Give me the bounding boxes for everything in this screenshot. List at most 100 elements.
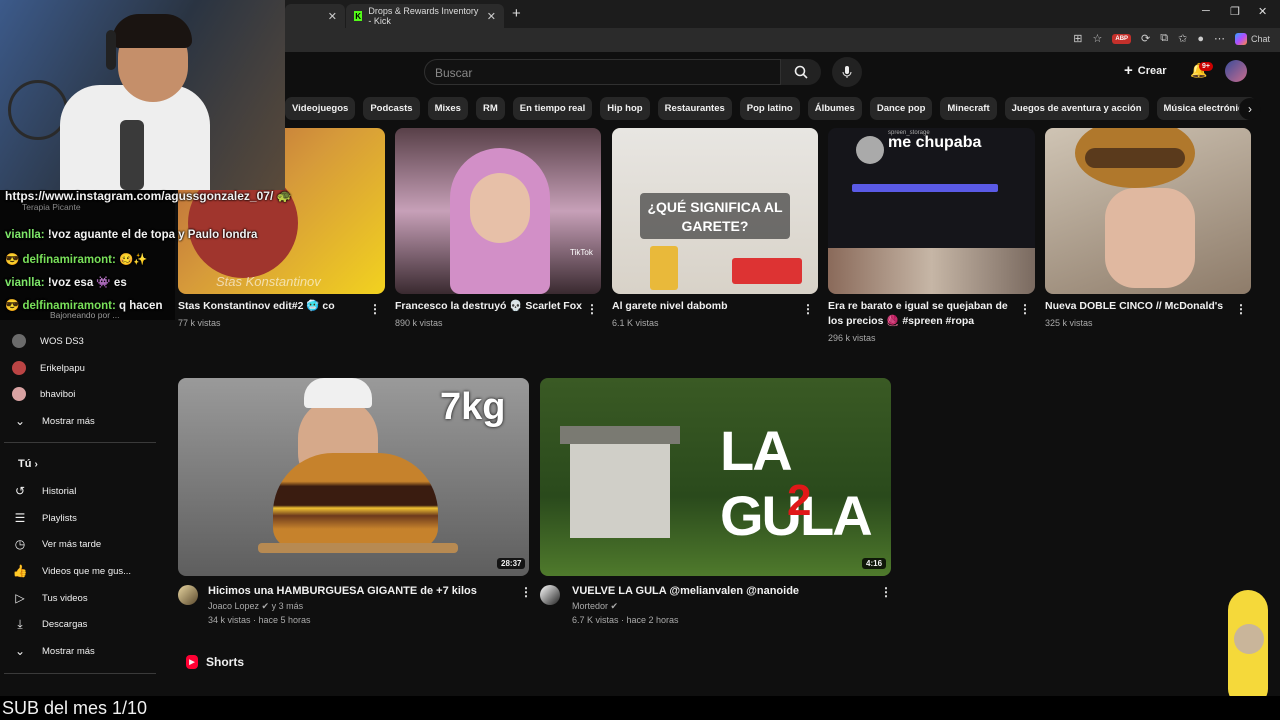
chat-text: !voz esa 👾 es	[47, 277, 127, 289]
chip-2[interactable]: Mixes	[427, 97, 468, 120]
video-title-1[interactable]: Stas Konstantinov edit#2 🥶 co	[178, 299, 368, 313]
chat-username: vianlla:	[5, 229, 45, 241]
more-options-icon[interactable]: ⋮	[1019, 302, 1031, 316]
banana-cat-sticker	[1218, 590, 1280, 710]
sidebar-sub-terapia[interactable]: Terapia Picante	[22, 202, 81, 212]
favorite-star-icon[interactable]: ☆	[1092, 32, 1102, 45]
bottle-shape	[120, 120, 144, 190]
maximize-icon[interactable]: ❐	[1230, 5, 1240, 18]
video-title-2[interactable]: Francesco la destruyó 💀 Scarlet Fox	[395, 299, 582, 313]
sidebar-sub-erikelpapu[interactable]: Erikelpapu	[12, 355, 85, 381]
sidebar-item-label: Tus videos	[42, 592, 88, 604]
browser-tab-kick[interactable]: K Drops & Rewards Inventory - Kick ✕	[346, 4, 504, 28]
history-icon: ↺	[14, 484, 26, 498]
adblock-extension-icon[interactable]: ABP	[1112, 33, 1132, 44]
video-thumbnail-5[interactable]	[1045, 128, 1251, 294]
sidebar-item-watch-later[interactable]: ◷ Ver más tarde	[12, 531, 101, 557]
chat-message-4: 😎 delfinamiramont: q hacen	[5, 300, 163, 312]
more-options-icon[interactable]: ⋮	[1235, 302, 1247, 316]
sidebar-item-label: bhaviboi	[40, 388, 76, 400]
sidebar-show-more[interactable]: ⌄ Mostrar más	[12, 408, 95, 434]
video-thumbnail-3[interactable]: ¿QUÉ SIGNIFICA AL GARETE?	[612, 128, 818, 294]
chip-3[interactable]: RM	[475, 97, 505, 120]
clock-icon: ◷	[14, 537, 26, 551]
video-title-5[interactable]: Nueva DOBLE CINCO // McDonald's	[1045, 299, 1230, 313]
video-meta-6: 34 k vistas · hace 5 horas	[208, 615, 311, 625]
chip-10[interactable]: Minecraft	[940, 97, 997, 120]
video-title-3[interactable]: Al garete nivel dabomb	[612, 299, 797, 313]
favorites-icon[interactable]: ✩	[1178, 32, 1187, 45]
sidebar-item-playlists[interactable]: ☰ Playlists	[12, 505, 77, 531]
profile-icon[interactable]: ●	[1197, 33, 1204, 45]
user-avatar[interactable]	[1225, 60, 1247, 82]
chip-11[interactable]: Juegos de aventura y acción	[1004, 97, 1149, 120]
more-options-icon[interactable]: ⋯	[1214, 32, 1225, 45]
video-title-7[interactable]: VUELVE LA GULA @melianvalen @nanoide	[572, 584, 872, 598]
address-bar[interactable]: ⊞ ☆ ABP ⟳ ⧉ ✩ ● ⋯ Chat	[285, 28, 1280, 52]
new-tab-button[interactable]: +	[512, 5, 521, 22]
more-options-icon[interactable]: ⋮	[520, 585, 532, 599]
sidebar-item-downloads[interactable]: ⤓ Descargas	[12, 611, 87, 637]
chevron-down-icon: ⌄	[14, 644, 26, 658]
video-thumbnail-7[interactable]: LA GULA 2	[540, 378, 891, 576]
video-title-4-line2[interactable]: los precios 🧶 #spreen #ropa	[828, 314, 1018, 328]
browser-tab-youtube[interactable]: ✕	[285, 4, 345, 28]
sidebar-show-more-2[interactable]: ⌄ Mostrar más	[12, 638, 95, 664]
chip-1[interactable]: Podcasts	[363, 97, 420, 120]
sidebar-item-historial[interactable]: ↺ Historial	[12, 478, 76, 504]
shorts-section-heading[interactable]: ▶ Shorts	[186, 655, 244, 669]
more-options-icon[interactable]: ⋮	[802, 302, 814, 316]
sidebar-item-label: Ver más tarde	[42, 538, 102, 550]
channel-avatar[interactable]	[178, 585, 198, 605]
video-title-6[interactable]: Hicimos una HAMBURGUESA GIGANTE de +7 ki…	[208, 584, 508, 598]
chat-message-1: vianlla: !voz aguante el de topa y Paulo…	[5, 229, 257, 241]
extension-icon[interactable]: ⟳	[1141, 32, 1150, 45]
sidebar-item-your-videos[interactable]: ▷ Tus videos	[12, 585, 88, 611]
video-thumbnail-6[interactable]: 7kg	[178, 378, 529, 576]
sidebar-sub-bhaviboi[interactable]: bhaviboi	[12, 381, 75, 407]
copilot-chat-button[interactable]: Chat	[1234, 32, 1270, 45]
video-thumbnail-4[interactable]: spreen_storage me chupaba	[828, 128, 1035, 294]
plus-icon: +	[1124, 62, 1133, 79]
channel-avatar[interactable]	[540, 585, 560, 605]
sidebar-item-liked[interactable]: 👍 Videos que me gus...	[12, 558, 132, 584]
chevron-down-icon: ⌄	[14, 414, 26, 428]
close-tab-icon[interactable]: ✕	[328, 10, 337, 23]
thumbnail-shape	[560, 426, 680, 444]
create-label: Crear	[1137, 64, 1167, 77]
channel-name-6[interactable]: Joaco Lopez ✔ y 3 más	[208, 599, 303, 613]
chip-5[interactable]: Hip hop	[600, 97, 650, 120]
minimize-icon[interactable]: ─	[1202, 5, 1210, 17]
chip-6[interactable]: Restaurantes	[657, 97, 732, 120]
more-options-icon[interactable]: ⋮	[586, 302, 598, 316]
more-options-icon[interactable]: ⋮	[369, 302, 381, 316]
chip-9[interactable]: Dance pop	[869, 97, 933, 120]
search-input[interactable]: Buscar	[424, 59, 781, 85]
chip-4[interactable]: En tiempo real	[512, 97, 593, 120]
split-screen-icon[interactable]: ⧉	[1160, 32, 1168, 45]
more-options-icon[interactable]: ⋮	[880, 585, 892, 599]
sidebar-sub-wos[interactable]: WOS DS3	[12, 328, 84, 354]
video-meta-1: 77 k vistas	[178, 318, 221, 328]
chip-8[interactable]: Álbumes	[807, 97, 862, 120]
search-button[interactable]	[781, 59, 821, 85]
create-button[interactable]: + Crear	[1124, 62, 1167, 79]
chat-text: 🥴✨	[119, 254, 148, 266]
channel-name-7[interactable]: Mortedor ✔	[572, 599, 618, 613]
playlist-icon: ☰	[14, 511, 26, 525]
search-icon	[794, 65, 808, 79]
voice-search-button[interactable]	[832, 57, 862, 87]
shorts-icon: ▶	[186, 655, 198, 669]
chip-0[interactable]: Videojuegos	[285, 97, 356, 120]
close-tab-icon[interactable]: ✕	[487, 10, 496, 23]
sidebar-you-heading[interactable]: Tú ›	[18, 458, 38, 470]
sidebar-item-label: Descargas	[42, 618, 88, 630]
video-title-4[interactable]: Era re barato e igual se quejaban de	[828, 299, 1018, 313]
close-window-icon[interactable]: ✕	[1258, 5, 1267, 18]
thumbnail-shape	[852, 184, 998, 192]
sidebar-item-label: Mostrar más	[42, 415, 95, 427]
chip-7[interactable]: Pop latino	[739, 97, 800, 120]
app-icon[interactable]: ⊞	[1073, 32, 1082, 45]
chevron-right-icon[interactable]: ›	[1239, 98, 1261, 120]
video-thumbnail-2[interactable]: TikTok	[395, 128, 601, 294]
